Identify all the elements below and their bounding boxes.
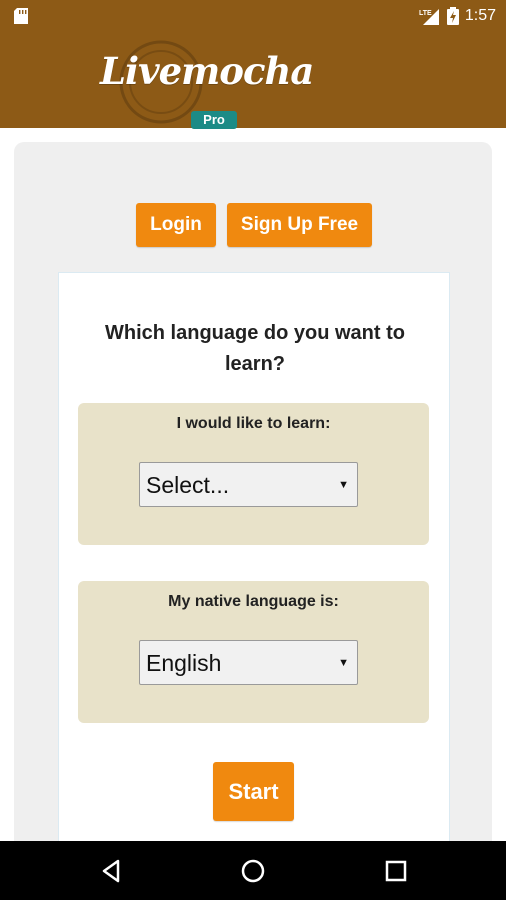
navigation-bar bbox=[0, 841, 506, 900]
learn-language-select[interactable]: Select... ▼ bbox=[139, 462, 358, 507]
status-bar: LTE 1:57 bbox=[0, 0, 506, 33]
learn-language-value: Select... bbox=[146, 472, 230, 498]
signup-button[interactable]: Sign Up Free bbox=[227, 203, 372, 247]
logo-text: Livemocha bbox=[100, 49, 314, 93]
login-button[interactable]: Login bbox=[136, 203, 216, 247]
question-heading: Which language do you want to learn? bbox=[105, 322, 405, 375]
livemocha-logo: Livemocha Pro bbox=[96, 40, 314, 129]
native-language-select[interactable]: English ▼ bbox=[139, 640, 358, 685]
lte-signal-icon: LTE bbox=[419, 9, 439, 25]
pro-badge: Pro bbox=[191, 111, 237, 129]
learn-language-panel: I would like to learn: Select... ▼ bbox=[78, 403, 429, 545]
svg-text:LTE: LTE bbox=[419, 10, 432, 17]
recents-icon[interactable] bbox=[380, 855, 412, 887]
native-language-value: English bbox=[146, 650, 222, 676]
status-icons: LTE 1:57 bbox=[419, 6, 496, 26]
native-language-panel: My native language is: English ▼ bbox=[78, 581, 429, 723]
sd-card-icon bbox=[14, 8, 28, 24]
battery-charging-icon bbox=[446, 7, 459, 25]
native-language-label: My native language is: bbox=[168, 593, 339, 610]
dropdown-arrow-icon: ▼ bbox=[338, 479, 349, 491]
clock: 1:57 bbox=[464, 7, 496, 24]
dropdown-arrow-icon: ▼ bbox=[338, 657, 349, 669]
back-icon[interactable] bbox=[96, 855, 128, 887]
start-button[interactable]: Start bbox=[213, 762, 294, 821]
home-icon[interactable] bbox=[237, 855, 269, 887]
app-header: Livemocha Pro bbox=[0, 33, 506, 129]
learn-language-label: I would like to learn: bbox=[176, 415, 331, 432]
